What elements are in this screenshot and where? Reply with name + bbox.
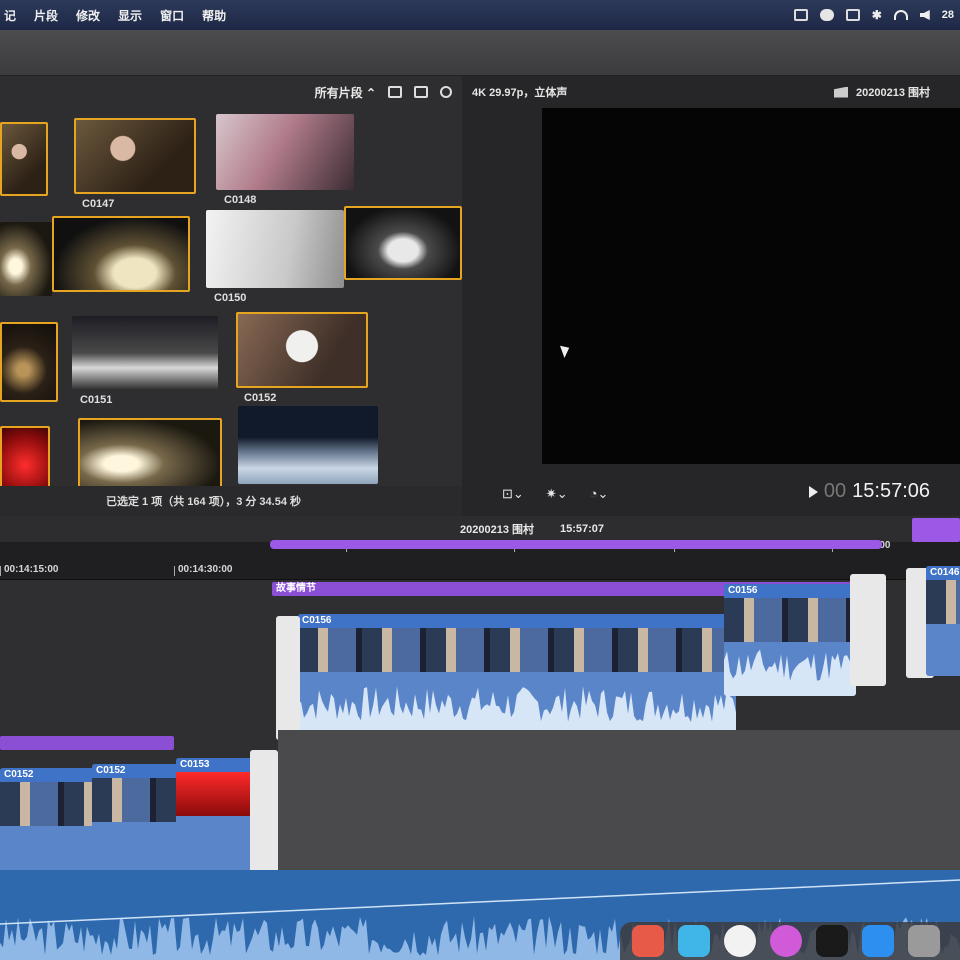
- browser-footer: 已选定 1 项（共 164 项），3 分 34.54 秒: [0, 486, 462, 516]
- clip-label: C0150: [214, 292, 247, 304]
- menu-item-5[interactable]: 帮助: [202, 7, 226, 24]
- clip-thumbnail[interactable]: [0, 122, 48, 196]
- appstore-icon[interactable]: [862, 925, 894, 957]
- chat-icon[interactable]: [819, 9, 834, 21]
- dock: [620, 922, 960, 960]
- clip-thumbnail[interactable]: [72, 316, 218, 390]
- storyline-bar-right[interactable]: [912, 518, 960, 542]
- clip-trim-handle[interactable]: [850, 574, 886, 686]
- viewer-controls: ⊡⌄ ✷⌄ ◔⌄ 00 15:57:06: [462, 466, 960, 516]
- bluetooth-icon[interactable]: ✱: [872, 9, 882, 21]
- viewer: 4K 29.97p，立体声 20200213 围村 ⊡⌄ ✷⌄ ◔⌄ 00 15…: [462, 76, 960, 516]
- dock-app-icon[interactable]: [770, 925, 802, 957]
- clip-filmstrip: [724, 598, 856, 642]
- clip-label: C0151: [80, 394, 113, 406]
- clip-name: C0152: [0, 768, 94, 782]
- lower-storyline[interactable]: [0, 736, 174, 750]
- ruler-tick-label: 00:14:30:00: [173, 564, 233, 576]
- menu-item-3[interactable]: 显示: [118, 7, 142, 24]
- storyline-bar[interactable]: [270, 540, 882, 549]
- clip-thumbnail[interactable]: [238, 406, 378, 484]
- clip-filter-dropdown[interactable]: 所有片段 ⌃: [315, 84, 376, 101]
- menu-item-4[interactable]: 窗口: [160, 7, 184, 24]
- timecode-value: 15:57:06: [852, 480, 930, 502]
- clip-thumbnail[interactable]: [236, 312, 368, 388]
- timeline-header: 20200213 围村 15:57:07: [0, 516, 960, 542]
- timeline-project-name: 20200213 围村: [460, 524, 534, 536]
- clip-browser: 所有片段 ⌃ C0147 C0148 C0150 C0151 C0152 已选定 1 项…: [0, 76, 462, 516]
- clip-name: C0146: [926, 566, 960, 580]
- clip-label: C0152: [244, 392, 277, 404]
- menu-bar: 记 片段 修改 显示 窗口 帮助 ✱ 28: [0, 0, 960, 30]
- clip-filmstrip: [298, 628, 736, 672]
- clip-thumbnail[interactable]: [216, 114, 354, 190]
- screen-icon[interactable]: [793, 9, 808, 21]
- clip-name: C0156: [724, 584, 856, 598]
- speed-icon[interactable]: ◔⌄: [590, 486, 609, 502]
- menu-item-0[interactable]: 记: [4, 7, 16, 24]
- clip-name: C0156: [298, 614, 736, 628]
- clip-filmstrip: [926, 580, 960, 624]
- clip-thumbnail[interactable]: [206, 210, 344, 288]
- clip-thumbnail[interactable]: [344, 206, 462, 280]
- timeline[interactable]: 故事情节 C0156 C0156 C0146 C0152 C0152 C0153: [0, 518, 960, 960]
- search-icon[interactable]: [440, 86, 452, 98]
- timeline-clip[interactable]: C0146: [926, 566, 960, 676]
- clip-thumbnail[interactable]: [74, 118, 196, 194]
- project-name: 20200213 围村: [856, 87, 930, 99]
- magic-icon[interactable]: ✷⌄: [546, 486, 568, 502]
- timecode-prefix: 00: [823, 480, 847, 502]
- clip-thumbnail[interactable]: [78, 418, 222, 494]
- list-view-icon[interactable]: [414, 86, 428, 98]
- clip-label: C0148: [224, 194, 257, 206]
- timeline-duration: 15:57:07: [560, 523, 605, 535]
- battery-label[interactable]: 28: [942, 9, 954, 21]
- clapper-icon: [834, 86, 848, 98]
- clip-filmstrip: [92, 778, 178, 822]
- clip-thumbnail[interactable]: [0, 222, 52, 296]
- timeline-gap[interactable]: [278, 730, 960, 870]
- timecode-display: 00 15:57:06: [808, 480, 930, 503]
- dock-app-icon[interactable]: [632, 925, 664, 957]
- menu-item-1[interactable]: 片段: [34, 7, 58, 24]
- app-menu: 记 片段 修改 显示 窗口 帮助: [0, 7, 226, 24]
- audio-waveform: [724, 649, 856, 696]
- menu-item-2[interactable]: 修改: [76, 7, 100, 24]
- settings-icon[interactable]: [908, 925, 940, 957]
- clip-name: C0153: [176, 758, 254, 772]
- clip-grid: C0147 C0148 C0150 C0151 C0152: [0, 108, 462, 504]
- play-icon[interactable]: [808, 485, 818, 498]
- timeline-clip[interactable]: C0152: [92, 764, 178, 886]
- window-icon[interactable]: [845, 9, 860, 21]
- app-toolbar: [0, 30, 960, 76]
- clip-filmstrip: [176, 772, 254, 816]
- format-label: 4K 29.97p，立体声: [472, 87, 568, 99]
- viewer-screen[interactable]: [542, 108, 960, 464]
- status-area: ✱ 28: [793, 9, 960, 21]
- dock-app-icon[interactable]: [724, 925, 756, 957]
- viewer-tools: ⊡⌄ ✷⌄ ◔⌄: [502, 486, 608, 502]
- crop-icon[interactable]: ⊡⌄: [502, 486, 524, 502]
- clip-filmstrip: [0, 782, 94, 826]
- timeline-clip[interactable]: C0156: [298, 614, 736, 736]
- volume-icon[interactable]: [919, 10, 930, 20]
- browser-header: 所有片段 ⌃: [0, 76, 462, 108]
- clip-trim-handle[interactable]: [276, 616, 300, 740]
- viewer-header: 4K 29.97p，立体声 20200213 围村: [462, 76, 960, 108]
- timeline-clip[interactable]: C0153: [176, 758, 254, 882]
- timeline-clip[interactable]: C0156: [724, 584, 856, 696]
- dock-app-icon[interactable]: [678, 925, 710, 957]
- clip-name: C0152: [92, 764, 178, 778]
- appletv-icon[interactable]: [816, 925, 848, 957]
- clip-thumbnail[interactable]: [0, 322, 58, 402]
- clip-label: C0147: [82, 198, 115, 210]
- wifi-icon[interactable]: [893, 10, 908, 20]
- ruler-tick-label: 00:14:15:00: [0, 564, 59, 576]
- audio-waveform: [298, 686, 736, 736]
- clip-thumbnail[interactable]: [52, 216, 190, 292]
- clip-trim-handle[interactable]: [250, 750, 278, 876]
- filmstrip-icon[interactable]: [388, 86, 402, 98]
- viewer-project: 20200213 围村: [834, 84, 960, 100]
